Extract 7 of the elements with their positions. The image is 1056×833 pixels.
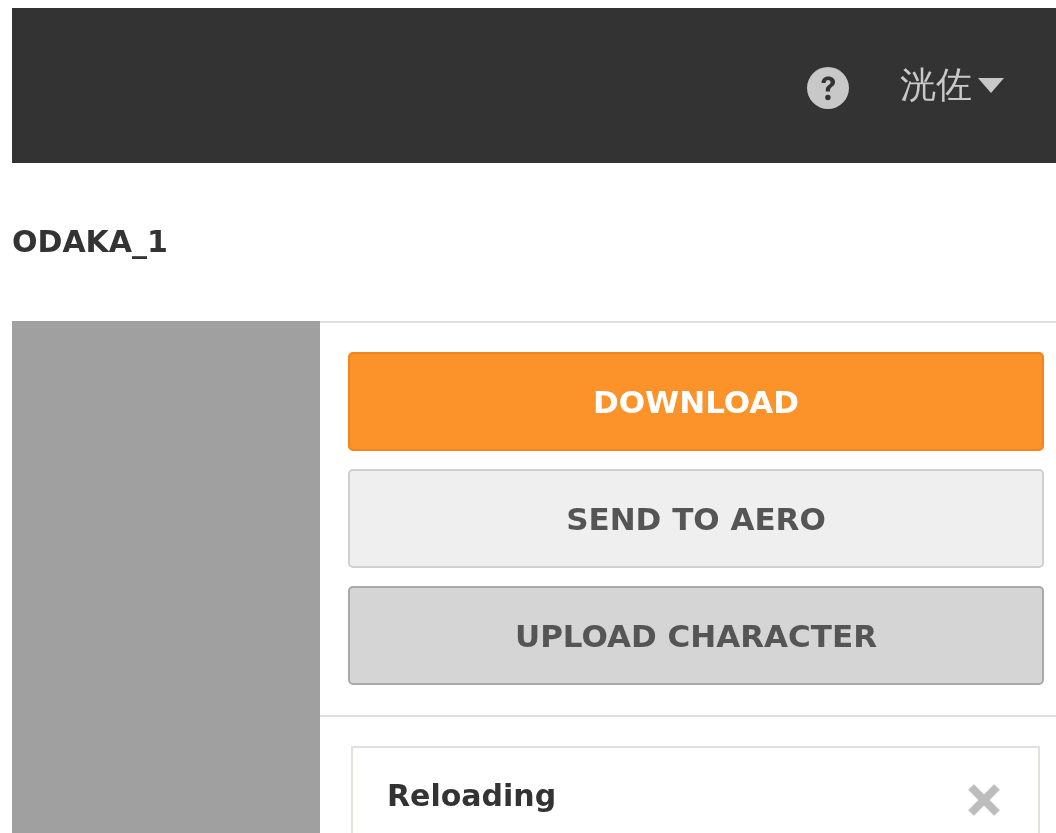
action-button[interactable]: SEND TO AERO <box>348 469 1044 568</box>
notice-title: Reloading <box>387 778 557 813</box>
page-title: ODAKA_1 <box>12 223 168 259</box>
caret-icon <box>978 78 1004 93</box>
user-menu[interactable]: 洸佐 <box>900 61 1004 110</box>
help-icon[interactable] <box>806 65 850 110</box>
action-button[interactable]: UPLOAD CHARACTER <box>348 586 1044 685</box>
